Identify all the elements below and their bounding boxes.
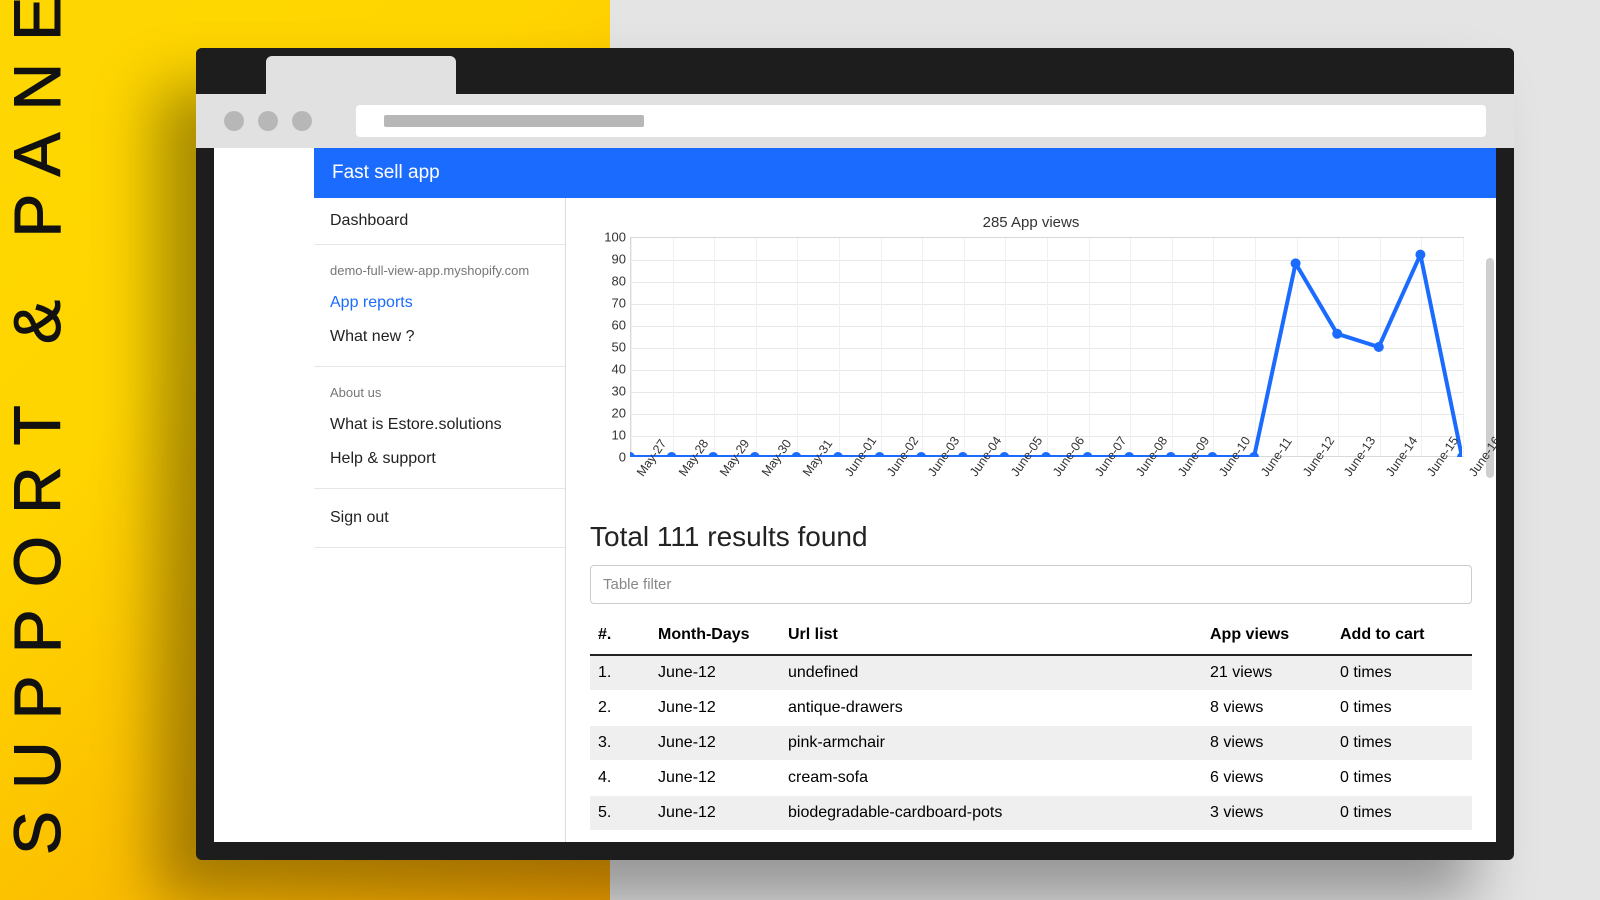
table-row[interactable]: 3.June-12pink-armchair8 views0 times bbox=[590, 726, 1472, 761]
y-tick: 50 bbox=[590, 340, 626, 355]
browser-tab[interactable] bbox=[266, 56, 456, 94]
cell-idx: 5. bbox=[590, 796, 650, 831]
browser-frame: Fast sell app Dashboard demo-full-view-a… bbox=[196, 48, 1514, 860]
app-title: Fast sell app bbox=[332, 162, 440, 183]
y-tick: 0 bbox=[590, 450, 626, 465]
sidebar: Dashboard demo-full-view-app.myshopify.c… bbox=[314, 198, 566, 842]
y-tick: 40 bbox=[590, 362, 626, 377]
col-idx[interactable]: #. bbox=[590, 616, 650, 655]
table-row[interactable]: 1.June-12undefined21 views0 times bbox=[590, 655, 1472, 691]
cell-month: June-12 bbox=[650, 655, 780, 691]
cell-idx: 2. bbox=[590, 691, 650, 726]
cell-idx: 1. bbox=[590, 655, 650, 691]
cell-cart: 0 times bbox=[1332, 761, 1472, 796]
address-placeholder bbox=[384, 115, 644, 127]
sidebar-heading-about: About us bbox=[314, 381, 565, 410]
y-tick: 60 bbox=[590, 318, 626, 333]
cell-month: June-12 bbox=[650, 796, 780, 831]
cell-cart: 0 times bbox=[1332, 796, 1472, 831]
cell-url: cream-sofa bbox=[780, 761, 1202, 796]
window-dot[interactable] bbox=[292, 111, 312, 131]
cell-views: 8 views bbox=[1202, 726, 1332, 761]
sidebar-store-domain: demo-full-view-app.myshopify.com bbox=[314, 259, 565, 288]
sidebar-item-signout[interactable]: Sign out bbox=[314, 503, 565, 537]
viewport: Fast sell app Dashboard demo-full-view-a… bbox=[214, 148, 1496, 842]
cell-idx: 3. bbox=[590, 726, 650, 761]
sidebar-item-what-new[interactable]: What new ? bbox=[314, 322, 565, 356]
content: 285 App views 0102030405060708090100 May… bbox=[566, 198, 1496, 842]
cell-month: June-12 bbox=[650, 691, 780, 726]
sidebar-item-what-is[interactable]: What is Estore.solutions bbox=[314, 410, 565, 444]
y-tick: 70 bbox=[590, 296, 626, 311]
y-tick: 100 bbox=[590, 230, 626, 245]
cell-url: biodegradable-cardboard-pots bbox=[780, 796, 1202, 831]
col-month[interactable]: Month-Days bbox=[650, 616, 780, 655]
cell-month: June-12 bbox=[650, 761, 780, 796]
table-row[interactable]: 2.June-12antique-drawers8 views0 times bbox=[590, 691, 1472, 726]
chart-title: 285 App views bbox=[590, 210, 1472, 237]
cell-views: 8 views bbox=[1202, 691, 1332, 726]
window-dot[interactable] bbox=[224, 111, 244, 131]
y-tick: 10 bbox=[590, 428, 626, 443]
cell-url: pink-armchair bbox=[780, 726, 1202, 761]
app-header: Fast sell app bbox=[314, 148, 1496, 198]
chart: 0102030405060708090100 May-27May-28May-2… bbox=[590, 237, 1472, 517]
browser-toolbar bbox=[196, 94, 1514, 148]
col-views[interactable]: App views bbox=[1202, 616, 1332, 655]
address-bar[interactable] bbox=[356, 105, 1486, 137]
y-tick: 90 bbox=[590, 252, 626, 267]
table-row[interactable]: 5.June-12biodegradable-cardboard-pots3 v… bbox=[590, 796, 1472, 831]
cell-views: 3 views bbox=[1202, 796, 1332, 831]
browser-tabs-bar bbox=[196, 48, 1514, 94]
cell-views: 6 views bbox=[1202, 761, 1332, 796]
y-tick: 80 bbox=[590, 274, 626, 289]
window-dot[interactable] bbox=[258, 111, 278, 131]
cell-cart: 0 times bbox=[1332, 691, 1472, 726]
cell-views: 21 views bbox=[1202, 655, 1332, 691]
left-gutter bbox=[214, 148, 314, 842]
cell-url: antique-drawers bbox=[780, 691, 1202, 726]
results-title: Total 111 results found bbox=[590, 521, 1472, 553]
promo-label: SUPPORT & PANEL bbox=[0, 0, 75, 855]
y-tick: 30 bbox=[590, 384, 626, 399]
sidebar-item-help[interactable]: Help & support bbox=[314, 444, 565, 478]
cell-idx: 4. bbox=[590, 761, 650, 796]
table-row[interactable]: 4.June-12cream-sofa6 views0 times bbox=[590, 761, 1472, 796]
results-table: #. Month-Days Url list App views Add to … bbox=[590, 616, 1472, 831]
col-url[interactable]: Url list bbox=[780, 616, 1202, 655]
sidebar-item-dashboard[interactable]: Dashboard bbox=[314, 198, 565, 244]
sidebar-item-app-reports[interactable]: App reports bbox=[314, 288, 565, 322]
y-tick: 20 bbox=[590, 406, 626, 421]
cell-cart: 0 times bbox=[1332, 655, 1472, 691]
cell-url: undefined bbox=[780, 655, 1202, 691]
cell-month: June-12 bbox=[650, 726, 780, 761]
cell-cart: 0 times bbox=[1332, 726, 1472, 761]
col-cart[interactable]: Add to cart bbox=[1332, 616, 1472, 655]
table-filter-input[interactable] bbox=[590, 565, 1472, 604]
